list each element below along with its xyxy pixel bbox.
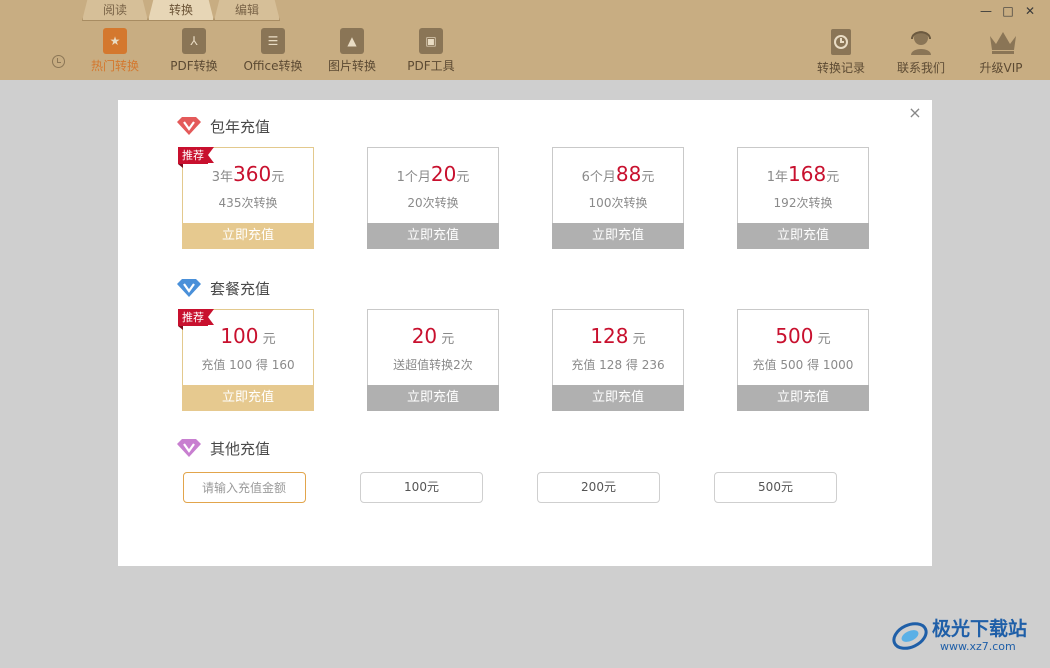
nav-label: 热门转换 [90, 59, 139, 73]
package-card[interactable]: 20 元 送超值转换2次 立即充值 [367, 309, 499, 411]
section-title-text: 套餐充值 [210, 279, 271, 298]
package-price: 100 元 [220, 324, 276, 348]
nav-image-convert[interactable]: ▲ 图片转换 [312, 28, 392, 74]
amount-option-500[interactable]: 500元 [714, 472, 837, 503]
history-clock-icon[interactable] [52, 55, 65, 68]
nav-label: 联系我们 [896, 61, 945, 75]
nav-office-convert[interactable]: ☰ Office转换 [233, 28, 313, 74]
custom-amount-input[interactable] [183, 472, 306, 503]
plan-card[interactable]: 推荐 3年360元 435次转换 立即充值 [178, 147, 314, 249]
watermark-name: 极光下载站 [932, 618, 1028, 640]
support-headset-icon [908, 28, 934, 56]
plan-price: 3年360元 [211, 162, 285, 186]
plan-price: 6个月88元 [581, 162, 655, 186]
tab-edit[interactable]: 编辑 [214, 0, 280, 21]
tab-convert[interactable]: 转换 [148, 0, 214, 21]
nav-contact[interactable]: 联系我们 [886, 28, 956, 76]
red-diamond-v-icon [177, 117, 201, 135]
recharge-dialog: × 包年充值 推荐 3年360元 435次转换 立即充值 1个月20元 20次转… [118, 100, 932, 566]
nav-pdf-convert[interactable]: ⅄ PDF转换 [154, 28, 234, 74]
package-price: 500 元 [775, 324, 831, 348]
section-package: 套餐充值 [176, 277, 270, 299]
recharge-button[interactable]: 立即充值 [182, 223, 314, 249]
top-toolbar: 阅读 转换 编辑 — □ ✕ ★ 热门转换 ⅄ PDF转换 ☰ Office转换… [0, 0, 1050, 80]
section-title-text: 其他充值 [210, 439, 271, 458]
mode-tabs: 阅读 转换 编辑 [82, 0, 280, 22]
crown-icon [988, 28, 1016, 56]
recharge-button[interactable]: 立即充值 [182, 385, 314, 411]
plan-desc: 435次转换 [218, 196, 278, 210]
package-card[interactable]: 128 元 充值 128 得 236 立即充值 [552, 309, 684, 411]
site-watermark: 极光下载站 www.xz7.com [890, 612, 1042, 658]
package-desc: 送超值转换2次 [393, 358, 473, 372]
tab-read[interactable]: 阅读 [82, 0, 148, 21]
package-desc: 充值 128 得 236 [571, 358, 665, 372]
image-icon: ▲ [340, 28, 364, 54]
section-annual: 包年充值 [176, 115, 270, 137]
package-desc: 充值 100 得 160 [201, 358, 295, 372]
plan-card[interactable]: 1个月20元 20次转换 立即充值 [367, 147, 499, 249]
recharge-button[interactable]: 立即充值 [367, 223, 499, 249]
plan-card[interactable]: 6个月88元 100次转换 立即充值 [552, 147, 684, 249]
nav-history[interactable]: 转换记录 [806, 28, 876, 76]
window-controls: — □ ✕ [980, 4, 1036, 18]
nav-upgrade-vip[interactable]: 升级VIP [966, 28, 1036, 76]
close-window-button[interactable]: ✕ [1024, 4, 1036, 18]
recharge-button[interactable]: 立即充值 [737, 223, 869, 249]
amount-option-200[interactable]: 200元 [537, 472, 660, 503]
plan-price: 1年168元 [766, 162, 840, 186]
plan-price: 1个月20元 [396, 162, 470, 186]
plan-desc: 100次转换 [588, 196, 648, 210]
section-other: 其他充值 [176, 437, 270, 459]
star-doc-icon: ★ [103, 28, 127, 54]
history-doc-icon [828, 28, 854, 56]
nav-hot-convert[interactable]: ★ 热门转换 [75, 28, 155, 74]
nav-label: PDF工具 [407, 59, 455, 73]
nav-label: 图片转换 [327, 59, 376, 73]
nav-label: 升级VIP [979, 61, 1023, 75]
package-price: 128 元 [590, 324, 646, 348]
recharge-button[interactable]: 立即充值 [367, 385, 499, 411]
recharge-button[interactable]: 立即充值 [737, 385, 869, 411]
recharge-button[interactable]: 立即充值 [552, 385, 684, 411]
recharge-button[interactable]: 立即充值 [552, 223, 684, 249]
package-price: 20 元 [411, 324, 455, 348]
plan-desc: 192次转换 [773, 196, 833, 210]
nav-label: PDF转换 [170, 59, 218, 73]
blue-diamond-v-icon [177, 279, 201, 297]
office-doc-icon: ☰ [261, 28, 285, 54]
aurora-logo-icon [892, 622, 928, 650]
nav-pdf-tools[interactable]: ▣ PDF工具 [391, 28, 471, 74]
plan-desc: 20次转换 [407, 196, 459, 210]
watermark-url: www.xz7.com [940, 640, 1016, 653]
minimize-button[interactable]: — [980, 4, 992, 18]
amount-option-100[interactable]: 100元 [360, 472, 483, 503]
package-card[interactable]: 推荐 100 元 充值 100 得 160 立即充值 [178, 309, 314, 411]
section-title-text: 包年充值 [210, 117, 271, 136]
package-card[interactable]: 500 元 充值 500 得 1000 立即充值 [737, 309, 869, 411]
toolbox-icon: ▣ [419, 28, 443, 54]
close-dialog-button[interactable]: × [908, 105, 922, 121]
maximize-button[interactable]: □ [1002, 4, 1014, 18]
pdf-doc-icon: ⅄ [182, 28, 206, 54]
nav-label: 转换记录 [816, 61, 865, 75]
purple-diamond-v-icon [177, 439, 201, 457]
nav-label: Office转换 [243, 59, 303, 73]
plan-card[interactable]: 1年168元 192次转换 立即充值 [737, 147, 869, 249]
package-desc: 充值 500 得 1000 [752, 358, 854, 372]
